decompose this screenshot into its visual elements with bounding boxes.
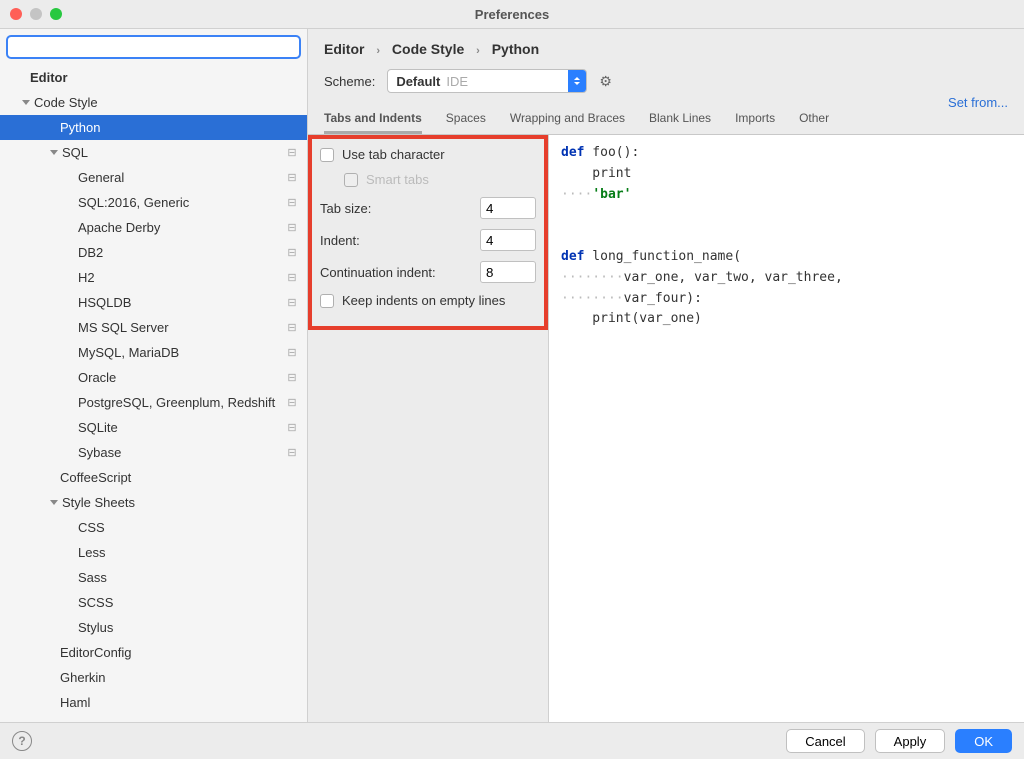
settings-marker-icon: ⊟ <box>285 196 299 210</box>
tree-item[interactable]: SQL:2016, Generic <box>78 195 285 210</box>
tree-item[interactable]: Apache Derby <box>78 220 285 235</box>
tree-item[interactable]: PostgreSQL, Greenplum, Redshift <box>78 395 285 410</box>
tree-item[interactable]: Stylus <box>78 620 299 635</box>
tree-item[interactable]: MS SQL Server <box>78 320 285 335</box>
indent-input[interactable] <box>480 229 536 251</box>
highlight-region: Use tab character Smart tabs Tab size: I… <box>308 135 548 330</box>
window-minimize[interactable] <box>30 8 42 20</box>
tab-spaces[interactable]: Spaces <box>446 103 486 134</box>
tree-sql[interactable]: SQL <box>62 145 285 160</box>
tree-editor[interactable]: Editor <box>30 70 299 85</box>
tree-stylesheets[interactable]: Style Sheets <box>62 495 299 510</box>
tree-item[interactable]: SQLite <box>78 420 285 435</box>
continuation-indent-label: Continuation indent: <box>320 265 480 280</box>
breadcrumb-editor[interactable]: Editor <box>324 41 364 57</box>
tab-blank-lines[interactable]: Blank Lines <box>649 103 711 134</box>
settings-marker-icon: ⊟ <box>285 371 299 385</box>
window-zoom[interactable] <box>50 8 62 20</box>
select-arrows-icon <box>568 69 586 93</box>
tab-other[interactable]: Other <box>799 103 829 134</box>
tree-coffeescript[interactable]: CoffeeScript <box>60 470 299 485</box>
settings-marker-icon: ⊟ <box>285 321 299 335</box>
settings-marker-icon: ⊟ <box>285 396 299 410</box>
tab-tabs-and-indents[interactable]: Tabs and Indents <box>324 103 422 134</box>
tree-item[interactable]: Oracle <box>78 370 285 385</box>
settings-marker-icon: ⊟ <box>285 421 299 435</box>
help-button[interactable]: ? <box>12 731 32 751</box>
tab-imports[interactable]: Imports <box>735 103 775 134</box>
settings-tree[interactable]: Editor Code Style Python SQL⊟ General⊟SQ… <box>0 65 307 722</box>
tree-item[interactable]: CSS <box>78 520 299 535</box>
settings-marker-icon: ⊟ <box>285 446 299 460</box>
settings-marker-icon: ⊟ <box>285 221 299 235</box>
breadcrumb-codestyle[interactable]: Code Style <box>392 41 464 57</box>
continuation-indent-input[interactable] <box>480 261 536 283</box>
tree-item[interactable]: SCSS <box>78 595 299 610</box>
scheme-select[interactable]: Default IDE <box>387 69 587 93</box>
smart-tabs-checkbox: Smart tabs <box>320 172 536 187</box>
tree-item[interactable]: Less <box>78 545 299 560</box>
tree-item[interactable]: MySQL, MariaDB <box>78 345 285 360</box>
indent-label: Indent: <box>320 233 480 248</box>
apply-button[interactable]: Apply <box>875 729 946 753</box>
settings-marker-icon: ⊟ <box>285 246 299 260</box>
set-from-link[interactable]: Set from... <box>948 95 1008 110</box>
settings-marker-icon: ⊟ <box>285 171 299 185</box>
code-preview: def foo(): print ····'bar' def long_func… <box>548 135 1024 722</box>
tree-editorconfig[interactable]: EditorConfig <box>60 645 299 660</box>
gear-icon[interactable]: ⚙ <box>599 73 612 90</box>
scheme-suffix: IDE <box>446 74 568 89</box>
cancel-button[interactable]: Cancel <box>786 729 864 753</box>
tree-item[interactable]: H2 <box>78 270 285 285</box>
tree-item[interactable]: General <box>78 170 285 185</box>
search-input[interactable] <box>6 35 301 59</box>
chevron-down-icon[interactable] <box>50 500 58 505</box>
window-title: Preferences <box>475 7 549 22</box>
tree-python[interactable]: Python <box>60 120 299 135</box>
tree-gherkin[interactable]: Gherkin <box>60 670 299 685</box>
tree-item[interactable]: Sass <box>78 570 299 585</box>
tab-size-input[interactable] <box>480 197 536 219</box>
settings-marker-icon: ⊟ <box>285 146 299 160</box>
tabs: Tabs and Indents Spaces Wrapping and Brace… <box>308 103 1024 135</box>
scheme-label: Scheme: <box>324 74 375 89</box>
settings-marker-icon: ⊟ <box>285 271 299 285</box>
chevron-down-icon[interactable] <box>22 100 30 105</box>
chevron-right-icon: › <box>376 45 380 57</box>
tree-item[interactable]: HSQLDB <box>78 295 285 310</box>
ok-button[interactable]: OK <box>955 729 1012 753</box>
keep-indents-checkbox[interactable]: Keep indents on empty lines <box>320 293 536 308</box>
chevron-right-icon: › <box>476 45 480 57</box>
tree-haml[interactable]: Haml <box>60 695 299 710</box>
scheme-value: Default <box>396 74 440 89</box>
tab-wrapping-and-braces[interactable]: Wrapping and Braces <box>510 103 625 134</box>
settings-marker-icon: ⊟ <box>285 346 299 360</box>
window-close[interactable] <box>10 8 22 20</box>
tree-item[interactable]: Sybase <box>78 445 285 460</box>
tree-codestyle[interactable]: Code Style <box>34 95 299 110</box>
use-tab-checkbox[interactable]: Use tab character <box>320 147 536 162</box>
breadcrumb-python: Python <box>492 41 539 57</box>
settings-marker-icon: ⊟ <box>285 296 299 310</box>
breadcrumb: Editor › Code Style › Python <box>308 29 1024 65</box>
tree-item[interactable]: DB2 <box>78 245 285 260</box>
chevron-down-icon[interactable] <box>50 150 58 155</box>
tab-size-label: Tab size: <box>320 201 480 216</box>
